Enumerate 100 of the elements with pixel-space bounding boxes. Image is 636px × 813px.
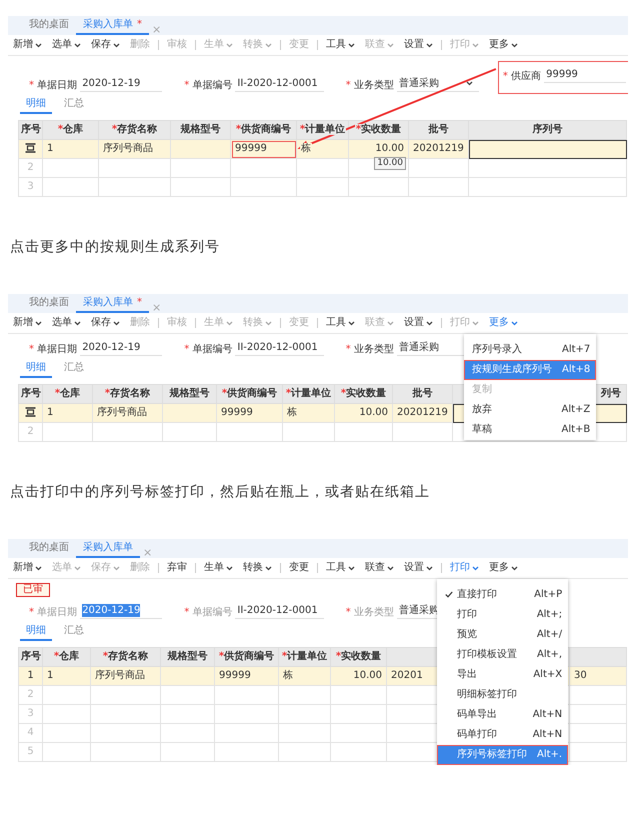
input-field[interactable]: 99999 [544,68,626,83]
shortcut-text: Alt+, [537,649,562,661]
menu-label: 明细标签打印 [457,689,517,701]
table-cell: 序列号商品 [98,140,170,158]
field-label: * 单据日期 [29,607,78,619]
row-edit-icon[interactable] [25,143,36,154]
toolbar-button[interactable]: 保存 [86,317,125,329]
menu-item[interactable]: 放弃 Alt+Z [464,400,596,420]
field-label: * 业务类型 [346,80,394,92]
toolbar-button[interactable]: 工具 [321,39,360,51]
table-cell: 20201219 [408,140,468,158]
table-cell: 序列号商品 [92,404,162,422]
column-header: 规格型号 [162,384,216,404]
tooltip: 10.00 [374,157,406,170]
input-field[interactable]: 普通采购 [396,77,479,92]
toolbar-button[interactable]: 新增 [8,562,47,574]
tab[interactable]: 明细 [20,97,52,114]
menu-label: 按规则生成序列号 [472,364,552,376]
table-cell: 栋 [282,404,334,422]
tab[interactable]: 汇总 [58,97,90,114]
column-header: *计量单位 [282,384,334,404]
toolbar-button[interactable]: 设置 [399,317,438,329]
toolbar-button[interactable]: 打印 [445,562,484,574]
instruction-text: 点击打印中的序列号标签打印，然后贴在瓶上，或者贴在纸箱上 [9,483,431,502]
toolbar-button[interactable]: 新增 [8,317,47,329]
menu-item[interactable]: 打印 Alt+; [437,605,568,625]
menu-item[interactable]: 导出 Alt+X [437,665,568,685]
toolbar-button[interactable]: 设置 [399,562,438,574]
menu-item[interactable]: 码单打印 Alt+N [437,725,568,745]
table-cell: 序列号商品 [90,666,160,686]
toolbar-button[interactable]: 弃审 [162,562,192,574]
tab[interactable]: 采购入库单 * [76,17,149,35]
shortcut-text: Alt+/ [536,629,562,641]
tab[interactable]: 我的桌面 [22,540,76,558]
menu-label: 打印模板设置 [457,649,517,661]
toolbar-button[interactable]: 新增 [8,39,47,51]
toolbar-button[interactable]: 变更 [284,562,314,574]
column-header: 规格型号 [160,648,214,666]
menu-item[interactable]: 预览 Alt+/ [437,625,568,645]
toolbar-button[interactable]: 转换 [238,562,277,574]
field-label: * 单据日期 [29,344,78,356]
status-badge: 已审 [16,583,50,597]
input-field[interactable]: 2020-12-19 [80,77,162,92]
menu-label: 复制 [472,384,492,396]
tab[interactable]: 采购入库单 [76,540,140,558]
table-cell: 99999 [216,404,282,422]
column-header: *仓库 [42,648,90,666]
column-header: *供货商编号 [216,384,282,404]
tab[interactable]: 汇总 [58,624,90,641]
menu-label: 草稿 [472,424,492,436]
menu-item[interactable]: 直接打印 Alt+P [437,585,568,605]
input-field[interactable]: 2020-12-19 [80,341,162,356]
column-header: *实收数量 [330,648,386,666]
column-header: 规格型号 [170,120,230,140]
toolbar-button[interactable]: 选单 [47,39,86,51]
tab[interactable]: 我的桌面 [22,17,76,35]
shortcut-text: Alt+Z [562,404,590,416]
field-label: * 单据编号 [184,607,232,619]
menu-item[interactable]: 按规则生成序列号 Alt+8 [464,360,596,380]
shortcut-text: Alt+B [562,424,590,436]
menu-item[interactable]: 序列号录入 Alt+7 [464,340,596,360]
menu-item[interactable]: 明细标签打印 [437,685,568,705]
column-header: *仓库 [42,120,98,140]
tab[interactable]: 明细 [20,624,52,641]
row-number: 2 [18,422,42,442]
tab[interactable]: 明细 [20,361,52,378]
toolbar-button[interactable]: 更多 [484,39,523,51]
toolbar-button[interactable]: 生单 [199,562,238,574]
input-field[interactable]: II-2020-12-0001 [235,77,324,92]
field-label: * 单据编号 [184,80,232,92]
toolbar-button[interactable]: 更多 [484,562,523,574]
field-label: * 单据日期 [29,80,78,92]
shortcut-text: Alt+; [536,609,562,621]
toolbar-button[interactable]: 设置 [399,39,438,51]
toolbar-button[interactable]: 联查 [360,562,399,574]
table-cell: 1 [42,666,90,686]
menu-item[interactable]: 序列号标签打印 Alt+. [437,745,568,765]
menu-item[interactable]: 草稿 Alt+B [464,420,596,440]
toolbar-button[interactable]: 保存 [86,39,125,51]
menu-item[interactable]: 打印模板设置 Alt+, [437,645,568,665]
menu-label: 导出 [457,669,477,681]
toolbar-button[interactable]: 更多 [484,317,523,329]
tab[interactable]: 采购入库单 * [76,295,149,313]
menu-item[interactable]: 码单导出 Alt+N [437,705,568,725]
toolbar-button[interactable]: 选单 [47,317,86,329]
row-edit-icon[interactable] [25,407,36,418]
menu-label: 序列号标签打印 [457,749,527,761]
column-header: *实收数量 [348,120,408,140]
column-header: *存货名称 [98,120,170,140]
shortcut-text: Alt+N [532,709,562,721]
input-field[interactable]: II-2020-12-0001 [235,341,324,356]
field-label: * 业务类型 [346,344,394,356]
tab[interactable]: 汇总 [58,361,90,378]
toolbar-button[interactable]: 工具 [321,562,360,574]
row-number: 2 [18,686,42,704]
column-header: 序号 [18,120,42,140]
row-number: 3 [18,178,42,196]
menu-label: 码单导出 [457,709,497,721]
tab[interactable]: 我的桌面 [22,295,76,313]
toolbar-button[interactable]: 工具 [321,317,360,329]
